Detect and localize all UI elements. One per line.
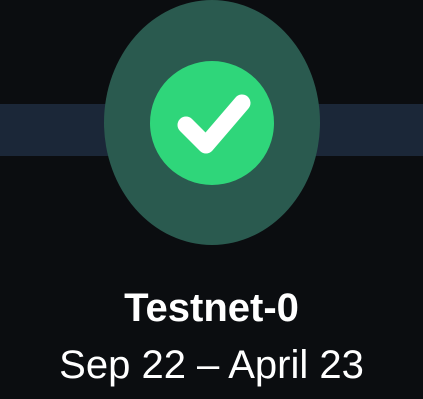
milestone-date-range: Sep 22 – April 23 [59, 343, 364, 387]
checkmark-icon [177, 94, 251, 153]
milestone-status-ring [104, 0, 320, 245]
milestone-title: Testnet-0 [124, 286, 299, 330]
completed-badge [150, 60, 274, 185]
